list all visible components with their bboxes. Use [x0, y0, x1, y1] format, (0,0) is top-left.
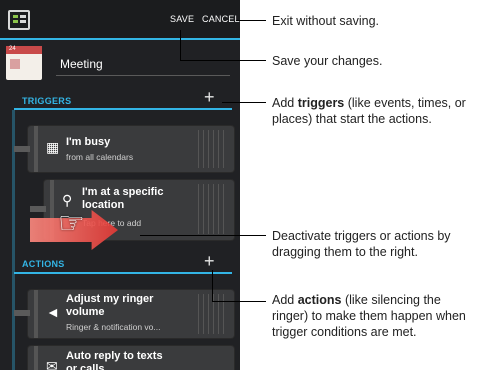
callout-text: Add [272, 293, 298, 307]
action-title: Adjust my ringer volume [66, 293, 154, 318]
triggers-divider [14, 108, 232, 110]
trigger-card-busy[interactable]: ▦ I'm busy from all calendars [14, 126, 234, 172]
triggers-header: TRIGGERS [22, 96, 72, 106]
card-edge [34, 346, 38, 370]
callout-bold: actions [297, 293, 342, 307]
rule-name-underline [56, 75, 230, 76]
callout-vline-actions [212, 270, 213, 302]
grip-icon[interactable] [198, 294, 228, 334]
drag-handle[interactable] [14, 310, 30, 316]
actions-header: ACTIONS [22, 259, 65, 269]
callout-line-actions [212, 301, 266, 302]
callout-line-triggers [222, 102, 266, 103]
callout-deactivate: Deactivate triggers or actions by draggi… [272, 229, 451, 259]
callout-add-triggers: Add triggers (like events, times, or pla… [272, 95, 477, 127]
callout-exit: Exit without saving. [272, 14, 379, 28]
grip-icon[interactable] [198, 184, 228, 234]
rule-name-field[interactable]: Meeting [60, 57, 103, 71]
grip-icon[interactable] [198, 130, 228, 168]
action-card-ringer[interactable]: ◄ Adjust my ringer volume Ringer & notif… [14, 290, 234, 338]
app-icon[interactable] [8, 10, 30, 30]
trigger-title: I'm at a specific location [82, 186, 164, 211]
phone-screen: SAVE CANCEL 24 Meeting TRIGGERS + ▦ I'm … [0, 0, 240, 370]
callout-line-save [180, 60, 266, 61]
add-trigger-plus-icon[interactable]: + [204, 88, 215, 106]
calendar-rule-icon[interactable]: 24 [6, 46, 42, 80]
pointing-hand-icon: ☞ [58, 207, 85, 240]
action-title: Auto reply to texts or calls [66, 350, 163, 370]
callout-line-exit [236, 20, 266, 21]
save-button[interactable]: SAVE [170, 14, 194, 24]
drag-handle[interactable] [30, 206, 46, 212]
card-edge [34, 290, 38, 338]
callout-vline-save [180, 30, 181, 60]
action-card-auto-reply[interactable]: ✉ Auto reply to texts or calls [28, 346, 234, 370]
trigger-subtitle: from all calendars [66, 152, 134, 162]
callout-save: Save your changes. [272, 54, 383, 68]
calendar-icon: ▦ [46, 139, 60, 155]
callout-line-deactivate [140, 235, 266, 236]
cancel-button[interactable]: CANCEL [202, 14, 240, 24]
speaker-icon: ◄ [46, 304, 60, 320]
trigger-title: I'm busy [66, 136, 111, 148]
rule-header: 24 [0, 40, 240, 84]
callout-add-actions: Add actions (like silencing the ringer) … [272, 292, 477, 340]
add-action-plus-icon[interactable]: + [204, 252, 215, 270]
action-bar: SAVE CANCEL [0, 0, 240, 40]
drag-handle[interactable] [14, 146, 30, 152]
callout-bold: triggers [297, 96, 345, 110]
message-icon: ✉ [46, 358, 58, 370]
calendar-day: 24 [9, 46, 16, 52]
actions-divider [14, 272, 232, 274]
card-edge [34, 126, 38, 172]
action-subtitle: Ringer & notification vo... [66, 322, 161, 332]
callout-text: Add [272, 96, 298, 110]
